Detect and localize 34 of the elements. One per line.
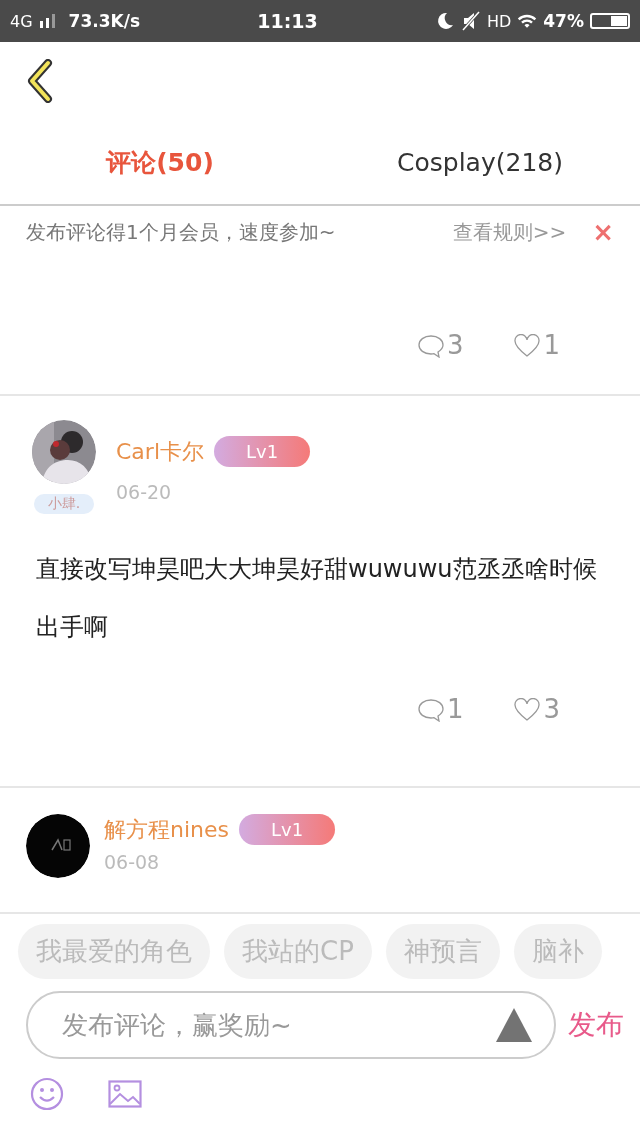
user-name[interactable]: 解方程nines <box>104 814 229 845</box>
triangle-icon <box>496 1008 532 1042</box>
signal-icon <box>38 14 57 28</box>
mute-icon <box>460 11 481 31</box>
image-icon[interactable] <box>108 1077 142 1111</box>
rules-link[interactable]: 查看规则>> <box>452 218 567 246</box>
comment-icon[interactable] <box>416 698 445 722</box>
level-badge: Lv1 <box>239 814 336 845</box>
emoji-icon[interactable] <box>30 1077 64 1111</box>
network-speed: 73.3K/s <box>68 11 141 31</box>
user-tag: 小肆. <box>33 494 95 514</box>
promo-text: 发布评论得1个月会员，速度参加~ <box>26 218 336 246</box>
heart-icon[interactable] <box>513 698 542 722</box>
comment-input[interactable]: 发布评论，赢奖励~ <box>26 991 556 1059</box>
clock: 11:13 <box>257 10 318 32</box>
like-count: 1 <box>543 332 560 358</box>
like-count: 3 <box>543 696 560 722</box>
close-button[interactable]: × <box>592 217 614 247</box>
heart-icon[interactable] <box>513 334 542 358</box>
comment-text: 直接改写坤昊吧大大坤昊好甜wuwuwu范丞丞啥时候出手啊 <box>36 554 598 643</box>
tab[interactable]: 评论(50) <box>0 145 320 179</box>
comment-date: 06-08 <box>104 851 161 873</box>
network-type: 4G <box>10 11 33 31</box>
send-button[interactable]: 发布 <box>568 1006 624 1044</box>
hd-indicator: HD <box>486 11 512 31</box>
battery-icon <box>590 13 630 29</box>
reply-count: 3 <box>446 332 464 358</box>
reply-count: 1 <box>446 696 464 722</box>
level-badge: Lv1 <box>214 436 311 467</box>
battery-percent: 47% <box>543 11 584 31</box>
comment-icon[interactable] <box>416 334 445 358</box>
user-name[interactable]: Carl卡尔 <box>116 436 204 467</box>
comment-date: 06-20 <box>116 481 173 503</box>
tab[interactable]: Cosplay(218) <box>320 147 640 177</box>
